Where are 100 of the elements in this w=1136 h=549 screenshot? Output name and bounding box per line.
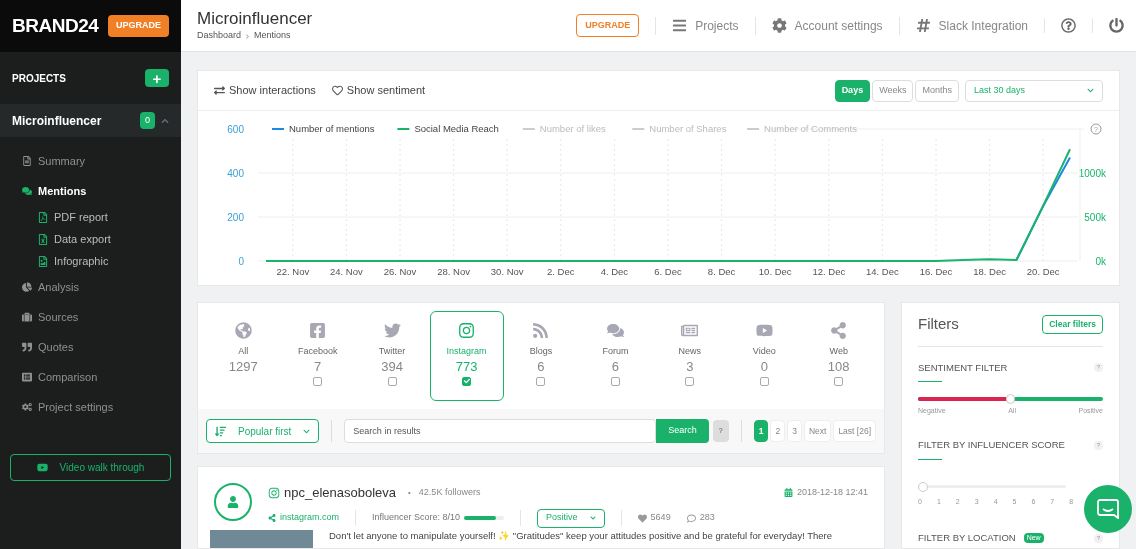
source-count: 6	[537, 358, 545, 375]
quote-icon	[22, 342, 32, 352]
source-label: News	[678, 345, 702, 358]
slider-thumb[interactable]	[918, 481, 928, 492]
arrows-icon	[214, 85, 225, 96]
list-icon	[22, 372, 32, 382]
clear-filters-button[interactable]: Clear filters	[1042, 314, 1103, 334]
nav-link[interactable]: Slack Integration	[915, 16, 1028, 35]
checkbox[interactable]	[387, 376, 397, 386]
search-button[interactable]: Search	[656, 419, 709, 443]
source-count: 394	[381, 358, 403, 375]
sidebar-item[interactable]: Summary	[22, 146, 181, 176]
score-slider[interactable]	[918, 481, 1066, 492]
sidebar-item[interactable]: Sources	[22, 302, 181, 332]
source-count: 0	[760, 358, 768, 375]
toggle-button[interactable]: Show sentiment	[331, 82, 426, 99]
help-icon[interactable]	[1061, 18, 1076, 33]
video-play-icon	[36, 462, 48, 473]
nav-link[interactable]: Account settings	[771, 16, 883, 35]
search-field[interactable]: Search in results	[344, 419, 657, 443]
axis-label: 26. Nov	[383, 266, 417, 277]
page-button[interactable]: Last [26]	[833, 420, 876, 442]
author-name[interactable]: npc_elenasoboleva	[284, 483, 397, 503]
source-tab[interactable]: All 1297	[206, 311, 281, 401]
axis-label: 600	[227, 124, 244, 135]
breadcrumb-link[interactable]: Mentions	[254, 29, 291, 43]
period-tab[interactable]: Weeks	[872, 79, 914, 102]
breadcrumb-link[interactable]: Dashboard	[197, 29, 242, 43]
image-file-icon	[38, 255, 48, 267]
period-tab[interactable]: Months	[915, 79, 959, 102]
axis-label: 2. Dec	[547, 266, 575, 277]
source-tab[interactable]: Instagram 773	[429, 311, 504, 401]
page-button[interactable]: Next	[803, 420, 832, 442]
checkbox[interactable]	[834, 376, 844, 386]
nav-link[interactable]: Projects	[672, 16, 739, 35]
chevron-down-icon	[303, 427, 311, 435]
axis-label: 0k	[1095, 256, 1106, 267]
share-icon	[268, 514, 276, 522]
sidebar-subitem[interactable]: Infographic	[22, 250, 181, 272]
facebook-icon	[309, 322, 327, 339]
followers-count: 42.5K followers	[418, 486, 481, 499]
sentiment-slider[interactable]	[918, 396, 1103, 401]
checkbox[interactable]	[462, 376, 472, 386]
chevron-up-icon[interactable]	[161, 116, 169, 125]
count-badge: 0	[140, 111, 155, 130]
add-project-button[interactable]: +	[145, 69, 169, 87]
source-link[interactable]: instagram.com	[268, 511, 340, 525]
sort-dropdown[interactable]: Popular first	[206, 419, 320, 443]
check-icon	[463, 378, 470, 385]
source-tab[interactable]: Web 108	[801, 311, 876, 401]
period-tab[interactable]: Days	[834, 79, 871, 102]
project-row[interactable]: Microinfluencer 0	[0, 104, 181, 137]
checkbox[interactable]	[536, 376, 546, 386]
instagram-icon	[458, 322, 476, 339]
chat-button[interactable]	[1084, 485, 1132, 533]
source-tab[interactable]: Facebook 7	[280, 311, 355, 401]
sidebar-item[interactable]: Project settings	[22, 392, 181, 422]
twitter-icon	[383, 322, 401, 339]
sidebar-subitem[interactable]: Data export	[22, 228, 181, 250]
axis-label: 0	[238, 256, 244, 267]
source-tab[interactable]: Twitter 394	[355, 311, 430, 401]
legend-item[interactable]: Social Media Reach	[396, 123, 499, 134]
sentiment-dropdown[interactable]: Positive	[537, 508, 605, 528]
globe-icon	[234, 322, 252, 339]
page-button[interactable]: 1	[753, 420, 769, 442]
briefcase-icon	[22, 312, 32, 322]
chat-bubbles-icon	[606, 322, 624, 339]
sidebar-item[interactable]: Analysis	[22, 272, 181, 302]
likes-count: 5649	[650, 511, 671, 525]
sidebar-item[interactable]: Quotes	[22, 332, 181, 362]
source-label: Facebook	[297, 345, 338, 358]
slider-thumb[interactable]	[1005, 393, 1015, 404]
checkbox[interactable]	[685, 376, 695, 386]
source-tab[interactable]: Blogs 6	[503, 311, 578, 401]
sidebar-subitem[interactable]: PDF report	[22, 206, 181, 228]
legend-item[interactable]: Number of mentions	[271, 123, 375, 134]
axis-label: 1000k	[1078, 168, 1106, 179]
page-button[interactable]: 3	[787, 420, 802, 442]
source-tab[interactable]: Forum 6	[578, 311, 653, 401]
page-button[interactable]: 2	[770, 420, 786, 442]
sidebar-item[interactable]: Mentions	[22, 176, 181, 206]
source-tab[interactable]: Video 0	[727, 311, 802, 401]
source-label: Twitter	[378, 345, 406, 358]
axis-label: 12. Dec	[812, 266, 846, 277]
video-walkthrough-button[interactable]: Video walk through	[10, 454, 171, 481]
checkbox[interactable]	[313, 376, 323, 386]
checkbox[interactable]	[759, 376, 769, 386]
source-tab[interactable]: News 3	[652, 311, 727, 401]
toggle-button[interactable]: Show interactions	[214, 82, 316, 99]
chat-icon	[1097, 499, 1119, 519]
source-label: Blogs	[529, 345, 553, 358]
filter-heading: SENTIMENT FILTER	[918, 360, 1008, 375]
date-range-dropdown[interactable]: Last 30 days	[965, 79, 1103, 102]
sidebar-item[interactable]: Comparison	[22, 362, 181, 392]
axis-label: 20. Dec	[1026, 266, 1060, 277]
axis-label: 22. Nov	[276, 266, 310, 277]
checkbox[interactable]	[610, 376, 620, 386]
source-label: Web	[829, 345, 848, 358]
power-icon[interactable]	[1109, 18, 1124, 33]
source-count: 773	[455, 358, 478, 375]
